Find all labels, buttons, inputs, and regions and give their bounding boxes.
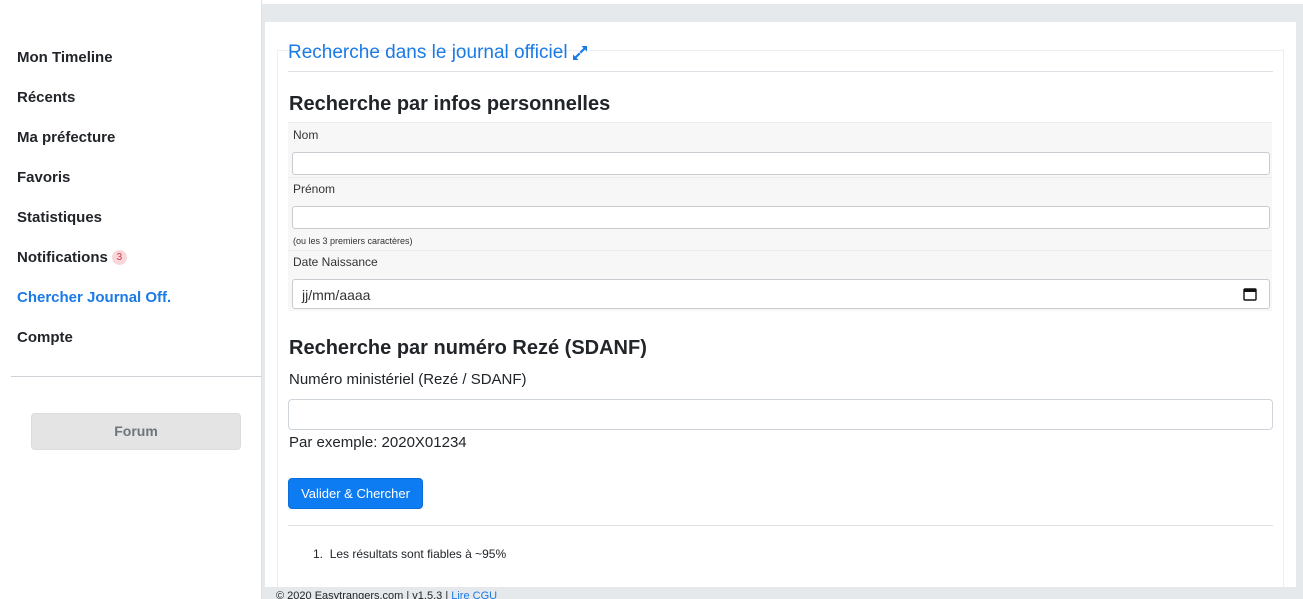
nom-label: Nom — [293, 128, 319, 142]
dob-placeholder: jj/mm/aaaa — [302, 287, 371, 303]
sidebar-item-timeline[interactable]: Mon Timeline — [11, 38, 261, 78]
sidebar-item-journal-officiel[interactable]: Chercher Journal Off. — [11, 278, 261, 318]
prenom-help-text: (ou les 3 premiers caractères) — [293, 236, 413, 246]
expand-arrows-icon[interactable] — [571, 44, 589, 62]
sidebar-item-label: Chercher Journal Off. — [17, 289, 172, 306]
prenom-input[interactable] — [292, 206, 1270, 229]
notes-list: 1. Les résultats sont fiables à ~95% — [313, 547, 507, 561]
validate-search-button[interactable]: Valider & Chercher — [288, 478, 423, 509]
dob-input[interactable]: jj/mm/aaaa — [292, 279, 1270, 309]
sidebar-item-statistiques[interactable]: Statistiques — [11, 198, 261, 238]
sidebar-item-favoris[interactable]: Favoris — [11, 158, 261, 198]
dob-label: Date Naissance — [293, 255, 378, 269]
results-divider — [288, 525, 1273, 526]
sidebar-item-label: Notifications — [17, 249, 108, 266]
cgu-link[interactable]: Lire CGU — [451, 590, 497, 599]
sidebar-item-label: Mon Timeline — [17, 49, 113, 66]
notification-count-badge: 3 — [111, 250, 127, 265]
sidebar-item-label: Récents — [17, 89, 76, 106]
sidebar-item-label: Statistiques — [17, 209, 103, 226]
sidebar-item-notifications[interactable]: Notifications 3 — [11, 238, 261, 278]
sidebar-item-prefecture[interactable]: Ma préfecture — [11, 118, 261, 158]
dob-field-group: Date Naissance jj/mm/aaaa — [288, 250, 1272, 311]
footer-text: © 2020 Easytrangers.com | v1.5.3 | — [276, 590, 449, 599]
footer: © 2020 Easytrangers.com | v1.5.3 | Lire … — [276, 590, 497, 599]
personal-search-heading: Recherche par infos personnelles — [289, 93, 611, 115]
prenom-field-group: Prénom (ou les 3 premiers caractères) — [288, 177, 1272, 250]
ministerial-number-input[interactable] — [288, 399, 1273, 430]
page-title[interactable]: Recherche dans le journal officiel — [288, 42, 568, 64]
ministerial-number-example: Par exemple: 2020X01234 — [289, 434, 467, 451]
sidebar-item-label: Compte — [17, 329, 73, 346]
nom-input[interactable] — [292, 152, 1270, 175]
prenom-label: Prénom — [293, 182, 336, 196]
main-top-strip — [262, 0, 1303, 4]
nom-field-group: Nom — [288, 122, 1272, 177]
list-item: Les résultats sont fiables à ~95% — [329, 547, 507, 561]
forum-button[interactable]: Forum — [31, 413, 241, 450]
sidebar-item-recents[interactable]: Récents — [11, 78, 261, 118]
sidebar-item-compte[interactable]: Compte — [11, 318, 261, 358]
sidebar-nav: Mon Timeline Récents Ma préfecture Favor… — [11, 38, 261, 358]
sidebar-item-label: Ma préfecture — [17, 129, 116, 146]
ministerial-number-label: Numéro ministériel (Rezé / SDANF) — [289, 371, 527, 388]
sidebar-item-label: Favoris — [17, 169, 71, 186]
title-divider — [288, 71, 1273, 72]
sidebar-divider — [11, 376, 261, 377]
number-search-heading: Recherche par numéro Rezé (SDANF) — [289, 337, 647, 359]
calendar-icon[interactable] — [1243, 287, 1257, 301]
